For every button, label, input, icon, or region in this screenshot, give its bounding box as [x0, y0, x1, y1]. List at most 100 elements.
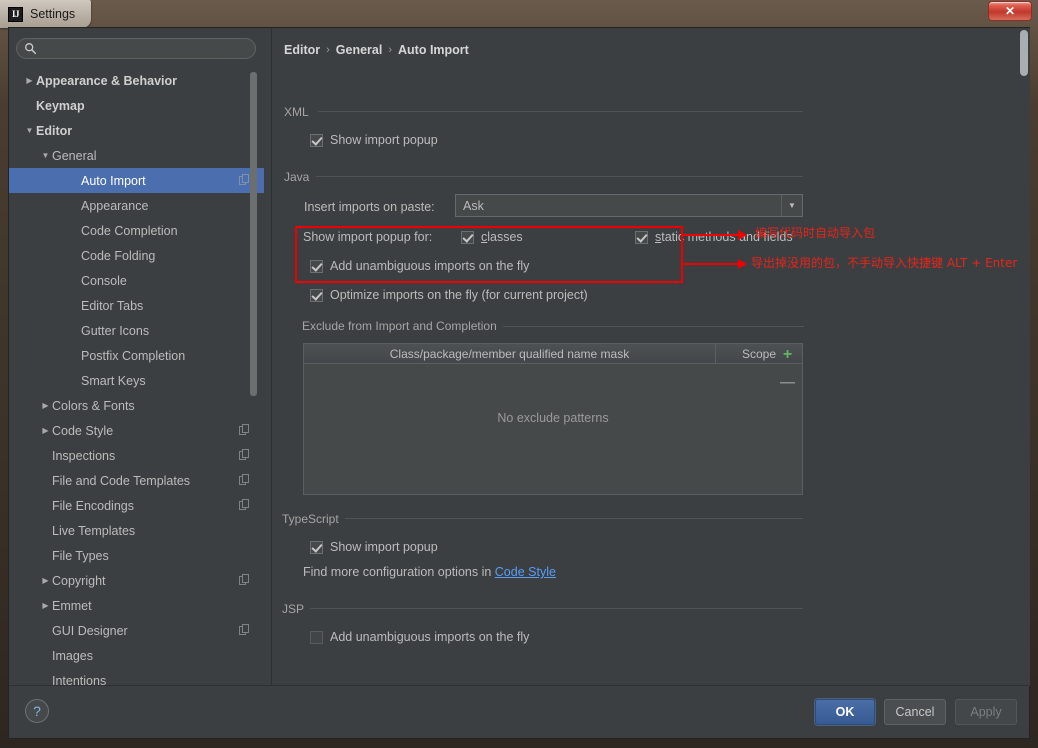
sidebar-item-label: Appearance & Behavior — [36, 73, 178, 88]
add-unambiguous-imports-checkbox[interactable]: Add unambiguous imports on the fly — [310, 259, 529, 273]
xml-show-import-popup-checkbox[interactable]: Show import popup — [310, 133, 438, 147]
chevron-right-icon[interactable]: ▶ — [39, 576, 52, 585]
sidebar-item-label: Editor — [36, 123, 73, 138]
sidebar-item-auto-import[interactable]: Auto Import — [9, 168, 264, 193]
sidebar-item-editor[interactable]: ▼ Editor — [9, 118, 264, 143]
group-line-xml — [318, 111, 803, 112]
sidebar-item-editor-tabs[interactable]: Editor Tabs — [9, 293, 264, 318]
breadcrumb: Editor › General › Auto Import — [284, 43, 469, 57]
help-icon[interactable]: ? — [25, 699, 49, 723]
optimize-imports-checkbox[interactable]: Optimize imports on the fly (for current… — [310, 288, 588, 302]
classes-checkbox[interactable]: classes — [461, 230, 523, 244]
sidebar-item-label: File Encodings — [52, 498, 134, 513]
sidebar-item-label: General — [52, 148, 97, 163]
window-title: Settings — [30, 7, 76, 21]
sidebar-item-label: Keymap — [36, 98, 85, 113]
settings-tree[interactable]: ▶ Appearance & Behavior Keymap ▼ Editor ▼ Gene… — [9, 68, 264, 686]
settings-content-panel: Editor › General › Auto Import XML Show … — [272, 28, 1030, 686]
close-icon[interactable]: ✕ — [988, 1, 1032, 21]
content-scrollbar-thumb[interactable] — [1020, 30, 1028, 76]
sidebar-item-file-and-code-templates[interactable]: File and Code Templates — [9, 468, 264, 493]
search-input[interactable] — [16, 38, 256, 59]
copy-settings-icon[interactable] — [239, 624, 250, 636]
sidebar-item-colors-fonts[interactable]: ▶ Colors & Fonts — [9, 393, 264, 418]
typescript-hint-prefix: Find more configuration options in — [303, 565, 495, 579]
static-methods-and-fields-checkbox[interactable]: static methods and fields — [635, 230, 793, 244]
sidebar-item-console[interactable]: Console — [9, 268, 264, 293]
copy-settings-icon[interactable] — [239, 424, 250, 436]
group-line-jsp — [310, 608, 803, 609]
sidebar-item-gutter-icons[interactable]: Gutter Icons — [9, 318, 264, 343]
copy-settings-icon[interactable] — [239, 174, 250, 186]
typescript-show-import-popup-checkbox[interactable]: Show import popup — [310, 540, 438, 554]
checkbox-box — [310, 288, 323, 302]
sidebar-item-label: Editor Tabs — [81, 298, 144, 313]
copy-settings-icon[interactable] — [239, 474, 250, 486]
table-header-row: Class/package/member qualified name mask… — [304, 344, 802, 364]
add-exclude-pattern-button[interactable]: + — [779, 346, 796, 363]
sidebar-item-label: Copyright — [52, 573, 106, 588]
sidebar-scrollbar-thumb[interactable] — [250, 72, 257, 396]
chevron-down-icon: ▼ — [781, 195, 802, 216]
breadcrumb-separator-1: › — [326, 44, 330, 56]
breadcrumb-editor[interactable]: Editor — [284, 43, 320, 57]
group-title-typescript: TypeScript — [282, 512, 345, 526]
chevron-right-icon[interactable]: ▶ — [39, 601, 52, 610]
sidebar-item-label: Postfix Completion — [81, 348, 186, 363]
apply-button[interactable]: Apply — [955, 699, 1017, 725]
chevron-right-icon[interactable]: ▶ — [39, 426, 52, 435]
settings-window: IJ Settings ✕ ▶ Appearance & Behavior Keym… — [0, 0, 1038, 748]
sidebar-item-label: Colors & Fonts — [52, 398, 135, 413]
sidebar-item-file-types[interactable]: File Types — [9, 543, 264, 568]
sidebar-item-inspections[interactable]: Inspections — [9, 443, 264, 468]
sidebar-item-intentions[interactable]: Intentions — [9, 668, 264, 687]
chevron-right-icon[interactable]: ▶ — [23, 76, 36, 85]
sidebar-item-appearance[interactable]: Appearance — [9, 193, 264, 218]
intellij-logo-icon: IJ — [8, 6, 23, 22]
breadcrumb-general[interactable]: General — [336, 43, 383, 57]
sidebar-item-label: Code Folding — [81, 248, 156, 263]
sidebar-item-file-encodings[interactable]: File Encodings — [9, 493, 264, 518]
settings-sidebar: ▶ Appearance & Behavior Keymap ▼ Editor ▼ Gene… — [9, 28, 264, 686]
chevron-down-icon[interactable]: ▼ — [39, 151, 52, 160]
sidebar-item-postfix-completion[interactable]: Postfix Completion — [9, 343, 264, 368]
sidebar-item-code-folding[interactable]: Code Folding — [9, 243, 264, 268]
exclude-patterns-table[interactable]: Class/package/member qualified name mask… — [303, 343, 803, 495]
sidebar-item-label: Console — [81, 273, 127, 288]
chevron-right-icon[interactable]: ▶ — [39, 401, 52, 410]
copy-settings-icon[interactable] — [239, 449, 250, 461]
jsp-add-unambiguous-imports-checkbox[interactable]: Add unambiguous imports on the fly — [310, 630, 529, 644]
remove-exclude-pattern-button[interactable]: — — [779, 374, 796, 391]
sidebar-item-images[interactable]: Images — [9, 643, 264, 668]
copy-settings-icon[interactable] — [239, 499, 250, 511]
group-title-xml: XML — [284, 105, 315, 119]
cancel-button[interactable]: Cancel — [884, 699, 946, 725]
sidebar-item-code-style[interactable]: ▶ Code Style — [9, 418, 264, 443]
checkbox-box — [310, 630, 323, 644]
sidebar-item-general[interactable]: ▼ General — [9, 143, 264, 168]
content-scrollbar-track[interactable] — [1020, 30, 1028, 682]
copy-settings-icon[interactable] — [239, 574, 250, 586]
insert-imports-on-paste-dropdown[interactable]: Ask ▼ — [455, 194, 803, 217]
group-title-jsp: JSP — [282, 602, 311, 616]
sidebar-item-copyright[interactable]: ▶ Copyright — [9, 568, 264, 593]
sidebar-item-label: Emmet — [52, 598, 92, 613]
sidebar-item-live-templates[interactable]: Live Templates — [9, 518, 264, 543]
typescript-show-import-popup-label: Show import popup — [330, 540, 438, 554]
breadcrumb-separator-2: › — [388, 44, 393, 56]
sidebar-item-gui-designer[interactable]: GUI Designer — [9, 618, 264, 643]
sidebar-item-appearance-behavior[interactable]: ▶ Appearance & Behavior — [9, 68, 264, 93]
sidebar-item-emmet[interactable]: ▶ Emmet — [9, 593, 264, 618]
sidebar-item-label: Auto Import — [81, 173, 146, 188]
sidebar-item-code-completion[interactable]: Code Completion — [9, 218, 264, 243]
sidebar-item-keymap[interactable]: Keymap — [9, 93, 264, 118]
add-unambiguous-imports-label: Add unambiguous imports on the fly — [330, 259, 530, 273]
group-line-typescript — [344, 518, 803, 519]
sidebar-item-label: Live Templates — [52, 523, 136, 538]
column-header-name-mask[interactable]: Class/package/member qualified name mask — [304, 344, 716, 363]
code-style-link[interactable]: Code Style — [495, 565, 556, 579]
chevron-down-icon[interactable]: ▼ — [23, 126, 36, 135]
jsp-add-unambiguous-imports-label: Add unambiguous imports on the fly — [330, 630, 530, 644]
ok-button[interactable]: OK — [815, 699, 875, 725]
sidebar-item-smart-keys[interactable]: Smart Keys — [9, 368, 264, 393]
